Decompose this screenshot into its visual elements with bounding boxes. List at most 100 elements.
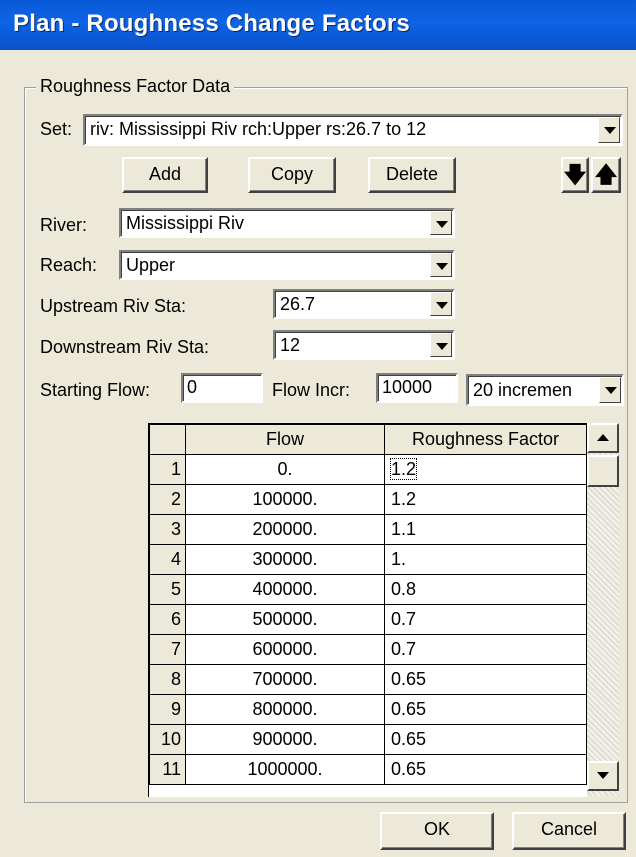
table-row[interactable]: 3 200000. 1.1	[149, 514, 587, 545]
roughness-factor-cell[interactable]: 0.7	[384, 604, 587, 635]
upstream-value: 26.7	[280, 294, 316, 314]
add-button[interactable]: Add	[122, 157, 208, 193]
table-row[interactable]: 11 1000000. 0.65	[149, 754, 587, 785]
roughness-factor-cell[interactable]: 1.1	[384, 514, 587, 545]
roughness-factor-cell[interactable]: 1.2	[384, 484, 587, 515]
chevron-down-icon[interactable]	[430, 253, 452, 277]
flow-cell[interactable]: 300000.	[185, 544, 385, 575]
roughness-factor-value: 0.65	[391, 729, 427, 749]
table-scrollbar[interactable]	[587, 423, 619, 796]
title-bar[interactable]: Plan - Roughness Change Factors	[0, 0, 636, 50]
cancel-button[interactable]: Cancel	[512, 812, 626, 850]
flow-cell[interactable]: 1000000.	[185, 754, 385, 785]
row-number[interactable]: 8	[149, 664, 186, 695]
table-row[interactable]: 4 300000. 1.	[149, 544, 587, 575]
roughness-factor-cell[interactable]: 1.	[384, 544, 587, 575]
row-number[interactable]: 7	[149, 634, 186, 665]
roughness-factor-cell[interactable]: 0.7	[384, 634, 587, 665]
downstream-label: Downstream Riv Sta:	[40, 337, 210, 357]
roughness-factor-cell[interactable]: 0.65	[384, 724, 587, 755]
scroll-up-button[interactable]	[587, 423, 619, 453]
arrow-up-icon[interactable]: 🡅	[591, 157, 621, 193]
table-row[interactable]: 6 500000. 0.7	[149, 604, 587, 635]
window-title: Plan - Roughness Change Factors	[13, 10, 410, 37]
row-number[interactable]: 9	[149, 694, 186, 725]
roughness-factor-cell[interactable]: 0.65	[384, 754, 587, 785]
roughness-factor-cell[interactable]: 0.65	[384, 694, 587, 725]
chevron-down-icon[interactable]	[430, 211, 452, 235]
row-number[interactable]: 1	[149, 454, 186, 485]
roughness-factor-value: 1.	[391, 549, 407, 569]
starting-flow-input[interactable]: 0	[181, 373, 263, 403]
increments-value: 20 incremen	[473, 380, 573, 400]
flow-cell[interactable]: 400000.	[185, 574, 385, 605]
delete-button[interactable]: Delete	[368, 157, 456, 193]
upstream-label: Upstream Riv Sta:	[40, 296, 187, 316]
flow-incr-label: Flow Incr:	[272, 380, 351, 400]
flow-cell[interactable]: 800000.	[185, 694, 385, 725]
chevron-down-icon[interactable]	[430, 333, 452, 357]
scroll-thumb[interactable]	[587, 455, 619, 487]
chevron-up-icon	[597, 434, 609, 441]
group-label: Roughness Factor Data	[36, 76, 235, 97]
roughness-factor-cell[interactable]: 0.65	[384, 664, 587, 695]
roughness-factor-value: 0.8	[391, 579, 417, 599]
river-value: Mississippi Riv	[126, 213, 245, 233]
set-dropdown[interactable]: riv: Mississippi Riv rch:Upper rs:26.7 t…	[83, 114, 623, 146]
roughness-factor-value: 1.2	[389, 458, 418, 480]
row-number[interactable]: 2	[149, 484, 186, 515]
row-number[interactable]: 6	[149, 604, 186, 635]
row-number[interactable]: 5	[149, 574, 186, 605]
downstream-dropdown[interactable]: 12	[273, 330, 455, 360]
table-header-row: Flow Roughness Factor	[149, 424, 587, 455]
chevron-down-icon[interactable]	[598, 117, 620, 143]
reach-dropdown[interactable]: Upper	[119, 250, 455, 280]
flow-cell[interactable]: 100000.	[185, 484, 385, 515]
row-number[interactable]: 4	[149, 544, 186, 575]
roughness-table[interactable]: Flow Roughness Factor 1 0. 1.2 2 100000. 1.2 3…	[148, 423, 587, 797]
ok-button[interactable]: OK	[380, 812, 494, 850]
row-number-header	[149, 424, 186, 455]
roughness-factor-header: Roughness Factor	[384, 424, 587, 455]
roughness-factor-cell[interactable]: 1.2	[384, 454, 587, 485]
row-number[interactable]: 11	[149, 754, 186, 785]
increments-dropdown[interactable]: 20 incremen	[466, 374, 624, 406]
roughness-factor-value: 1.1	[391, 519, 417, 539]
downstream-value: 12	[280, 335, 301, 355]
roughness-factor-value: 0.7	[391, 609, 417, 629]
river-dropdown[interactable]: Mississippi Riv	[119, 208, 455, 238]
chevron-down-icon[interactable]	[430, 292, 452, 316]
reach-value: Upper	[126, 255, 176, 275]
chevron-down-icon[interactable]	[599, 377, 621, 403]
table-row[interactable]: 1 0. 1.2	[149, 454, 587, 485]
flow-cell[interactable]: 700000.	[185, 664, 385, 695]
flow-cell[interactable]: 200000.	[185, 514, 385, 545]
flow-incr-input[interactable]: 10000	[376, 373, 458, 403]
river-label: River:	[40, 215, 88, 235]
row-number[interactable]: 10	[149, 724, 186, 755]
table-row[interactable]: 7 600000. 0.7	[149, 634, 587, 665]
starting-flow-label: Starting Flow:	[40, 380, 151, 400]
copy-button[interactable]: Copy	[248, 157, 336, 193]
flow-cell[interactable]: 600000.	[185, 634, 385, 665]
roughness-factor-value: 0.65	[391, 759, 427, 779]
arrow-down-icon[interactable]: 🡇	[561, 157, 589, 193]
table-row[interactable]: 10 900000. 0.65	[149, 724, 587, 755]
flow-cell[interactable]: 500000.	[185, 604, 385, 635]
scroll-down-button[interactable]	[587, 761, 619, 791]
roughness-factor-value: 1.2	[391, 489, 417, 509]
flow-cell[interactable]: 900000.	[185, 724, 385, 755]
roughness-factor-cell[interactable]: 0.8	[384, 574, 587, 605]
set-value: riv: Mississippi Riv rch:Upper rs:26.7 t…	[90, 119, 427, 139]
flow-cell[interactable]: 0.	[185, 454, 385, 485]
table-row[interactable]: 5 400000. 0.8	[149, 574, 587, 605]
table-row[interactable]: 2 100000. 1.2	[149, 484, 587, 515]
roughness-factor-value: 0.65	[391, 669, 427, 689]
row-number[interactable]: 3	[149, 514, 186, 545]
table-row[interactable]: 8 700000. 0.65	[149, 664, 587, 695]
roughness-factor-value: 0.65	[391, 699, 427, 719]
table-row[interactable]: 9 800000. 0.65	[149, 694, 587, 725]
upstream-dropdown[interactable]: 26.7	[273, 289, 455, 319]
reach-label: Reach:	[40, 255, 98, 275]
flow-header: Flow	[185, 424, 385, 455]
